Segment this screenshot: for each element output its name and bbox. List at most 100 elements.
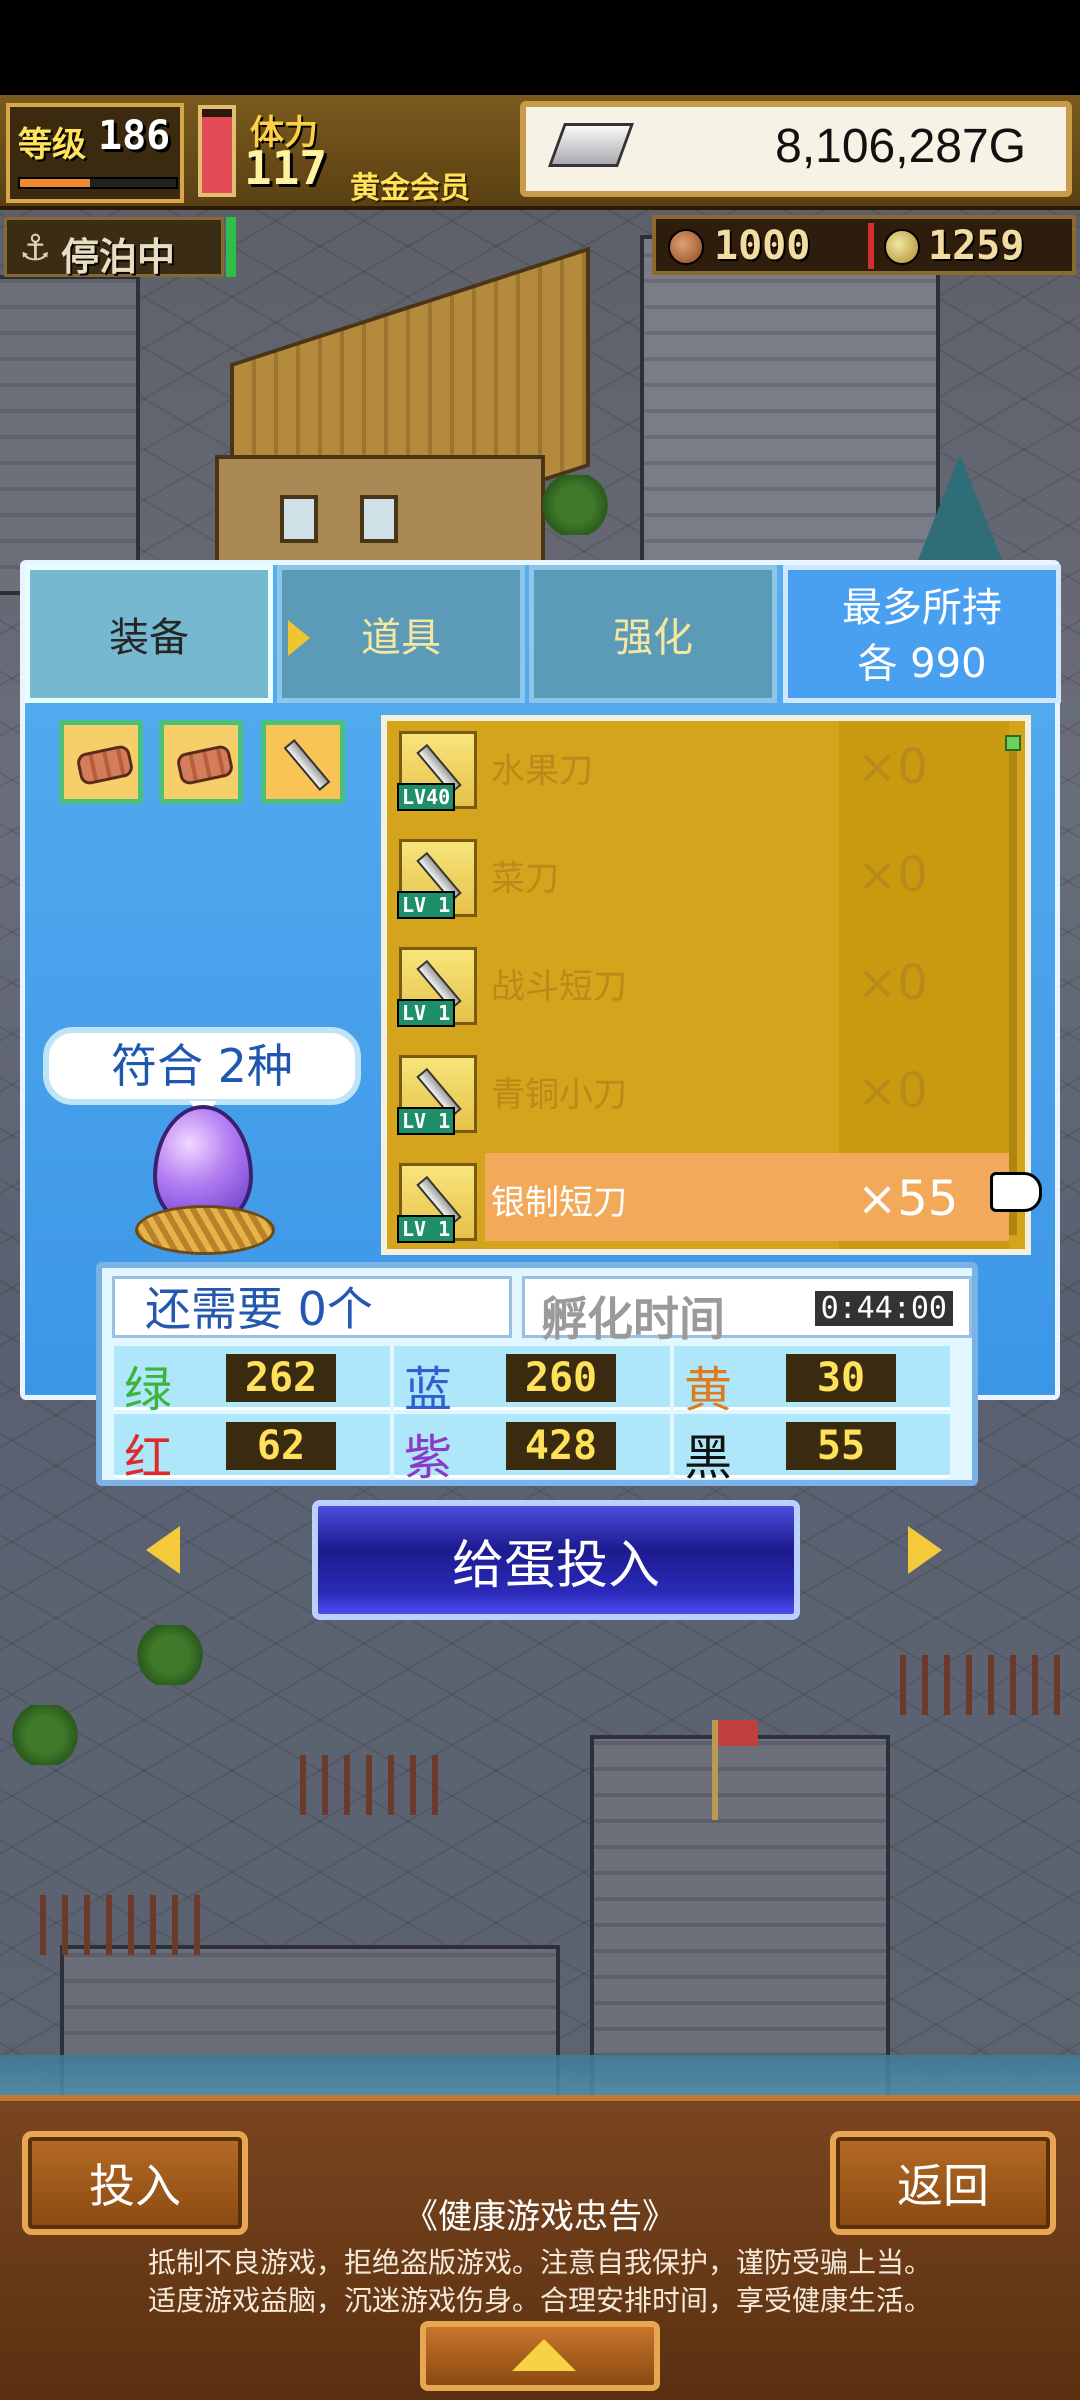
stamina-value: 117 <box>244 141 328 195</box>
docked-status[interactable]: ⚓ 停泊中 <box>4 217 224 279</box>
item-name: 战斗短刀 <box>491 967 627 1007</box>
level-value: 186 <box>98 113 171 159</box>
fence <box>300 1755 450 1815</box>
resource-counter: 1000 1259 <box>652 215 1076 275</box>
feed-egg-button[interactable]: 给蛋投入 <box>312 1500 800 1620</box>
stat-yellow: 黄 30 <box>674 1346 950 1418</box>
hatch-time-value: 0:44:00 <box>814 1291 953 1326</box>
next-arrow-icon[interactable] <box>908 1526 942 1574</box>
max-hold-line2: 各 990 <box>857 641 987 687</box>
stat-value: 260 <box>506 1354 616 1402</box>
item-qty: ×0 <box>857 847 928 903</box>
stat-key: 蓝 <box>404 1362 453 1418</box>
stat-value: 62 <box>226 1422 336 1470</box>
category-food-1[interactable] <box>59 720 143 804</box>
exp-bar-fill <box>20 179 91 187</box>
list-item[interactable]: LV 1 战斗短刀 ×0 <box>387 937 1007 1037</box>
remaining-needed: 还需要 0个 <box>112 1276 512 1338</box>
meat-count: 1000 <box>714 223 811 269</box>
stamina-panel: 体力 117 黄金会员 <box>240 101 510 206</box>
right-tower <box>640 235 940 595</box>
stat-value: 262 <box>226 1354 336 1402</box>
tree-icon <box>10 1705 80 1765</box>
item-qty: ×0 <box>857 739 928 795</box>
health-notice-title: 《健康游戏忠告》 <box>404 2197 676 2237</box>
tree-icon <box>540 475 610 535</box>
stat-value: 55 <box>786 1422 896 1470</box>
list-item[interactable]: LV 1 菜刀 ×0 <box>387 829 1007 929</box>
tab-items[interactable]: 道具 <box>277 565 525 703</box>
nest-icon <box>135 1205 275 1255</box>
stat-red: 红 62 <box>114 1414 390 1486</box>
tab-enhance[interactable]: 强化 <box>529 565 777 703</box>
stat-value: 428 <box>506 1422 616 1470</box>
level-label: 等级 <box>18 125 86 165</box>
category-knife[interactable] <box>261 720 345 804</box>
item-list: LV40 水果刀 ×0 LV 1 菜刀 ×0 LV 1 战斗短刀 ×0 LV 1… <box>381 715 1031 1255</box>
stat-purple: 紫 428 <box>394 1414 670 1486</box>
stat-key: 绿 <box>124 1362 173 1418</box>
max-hold-line1: 最多所持 <box>842 585 1002 631</box>
anchor-icon: ⚓ <box>19 228 52 269</box>
gold-member-badge: 黄金会员 <box>350 171 470 206</box>
stamina-gauge-fill <box>202 117 232 193</box>
docked-indicator <box>226 217 236 277</box>
match-count-bubble: 符合 2种 <box>43 1027 361 1119</box>
category-food-2[interactable] <box>159 720 243 804</box>
item-name: 菜刀 <box>491 859 559 899</box>
left-tower <box>0 275 140 595</box>
list-item[interactable]: LV40 水果刀 ×0 <box>387 721 1007 821</box>
scrollbar-thumb[interactable] <box>1005 735 1021 751</box>
hatch-time-box: 孵化时间 0:44:00 <box>522 1276 972 1346</box>
expand-button[interactable] <box>420 2321 660 2391</box>
meat-icon <box>75 743 135 787</box>
list-item-selected[interactable]: LV 1 银制短刀 ×55 <box>387 1153 1009 1249</box>
resource-divider <box>868 223 874 269</box>
top-hud: 等级 186 体力 117 黄金会员 8,106,287G <box>0 95 1080 210</box>
tab-items-label: 道具 <box>361 615 441 661</box>
meat-icon <box>175 743 235 787</box>
item-qty: ×0 <box>857 1063 928 1119</box>
meat-icon <box>668 229 704 265</box>
house-window <box>280 495 318 543</box>
item-level: LV 1 <box>397 1107 456 1135</box>
hand-pointer-icon <box>990 1172 1042 1212</box>
medal-icon <box>884 229 920 265</box>
tree-icon <box>135 1625 205 1685</box>
exp-bar <box>18 177 178 189</box>
item-level: LV40 <box>397 783 456 811</box>
lower-tower <box>590 1735 890 2095</box>
max-hold-info: 最多所持 各 990 <box>783 565 1061 703</box>
tab-enhance-label: 强化 <box>613 615 693 661</box>
gold-value: 8,106,287G <box>775 120 1026 173</box>
bottom-bar: 投入 返回 《健康游戏忠告》 抵制不良游戏，拒绝盗版游戏。注意自我保护，谨防受骗… <box>0 2095 1080 2400</box>
tab-equipment[interactable]: 装备 <box>25 565 273 703</box>
item-level: LV 1 <box>397 891 456 919</box>
stat-blue: 蓝 260 <box>394 1346 670 1418</box>
prev-arrow-icon[interactable] <box>146 1526 180 1574</box>
item-name: 银制短刀 <box>491 1183 627 1223</box>
hatch-time-label: 孵化时间 <box>541 1292 725 1346</box>
flag-icon <box>712 1720 758 1820</box>
item-name: 青铜小刀 <box>491 1075 627 1115</box>
item-level: LV 1 <box>397 1215 456 1243</box>
stat-key: 紫 <box>404 1430 453 1486</box>
list-item[interactable]: LV 1 青铜小刀 ×0 <box>387 1045 1007 1145</box>
health-notice-line: 适度游戏益脑，沉迷游戏伤身。合理安排时间，享受健康生活。 <box>147 2284 932 2317</box>
water <box>0 2055 1080 2095</box>
gold-counter[interactable]: 8,106,287G <box>520 101 1072 197</box>
docked-label: 停泊中 <box>61 235 176 279</box>
fence <box>40 1895 200 1955</box>
list-scrollbar[interactable] <box>1005 735 1021 1235</box>
egg-stats-box: 还需要 0个 孵化时间 0:44:00 绿 262 蓝 260 黄 30 红 6… <box>96 1262 978 1486</box>
medal-count: 1259 <box>928 223 1025 269</box>
stat-green: 绿 262 <box>114 1346 390 1418</box>
stat-key: 黑 <box>684 1430 733 1486</box>
stat-value: 30 <box>786 1354 896 1402</box>
stat-key: 红 <box>124 1430 173 1486</box>
tab-arrow-icon <box>288 620 310 656</box>
stamina-gauge <box>198 105 236 197</box>
item-level: LV 1 <box>397 999 456 1027</box>
stat-black: 黑 55 <box>674 1414 950 1486</box>
health-notice-line: 抵制不良游戏，拒绝盗版游戏。注意自我保护，谨防受骗上当。 <box>147 2246 932 2279</box>
